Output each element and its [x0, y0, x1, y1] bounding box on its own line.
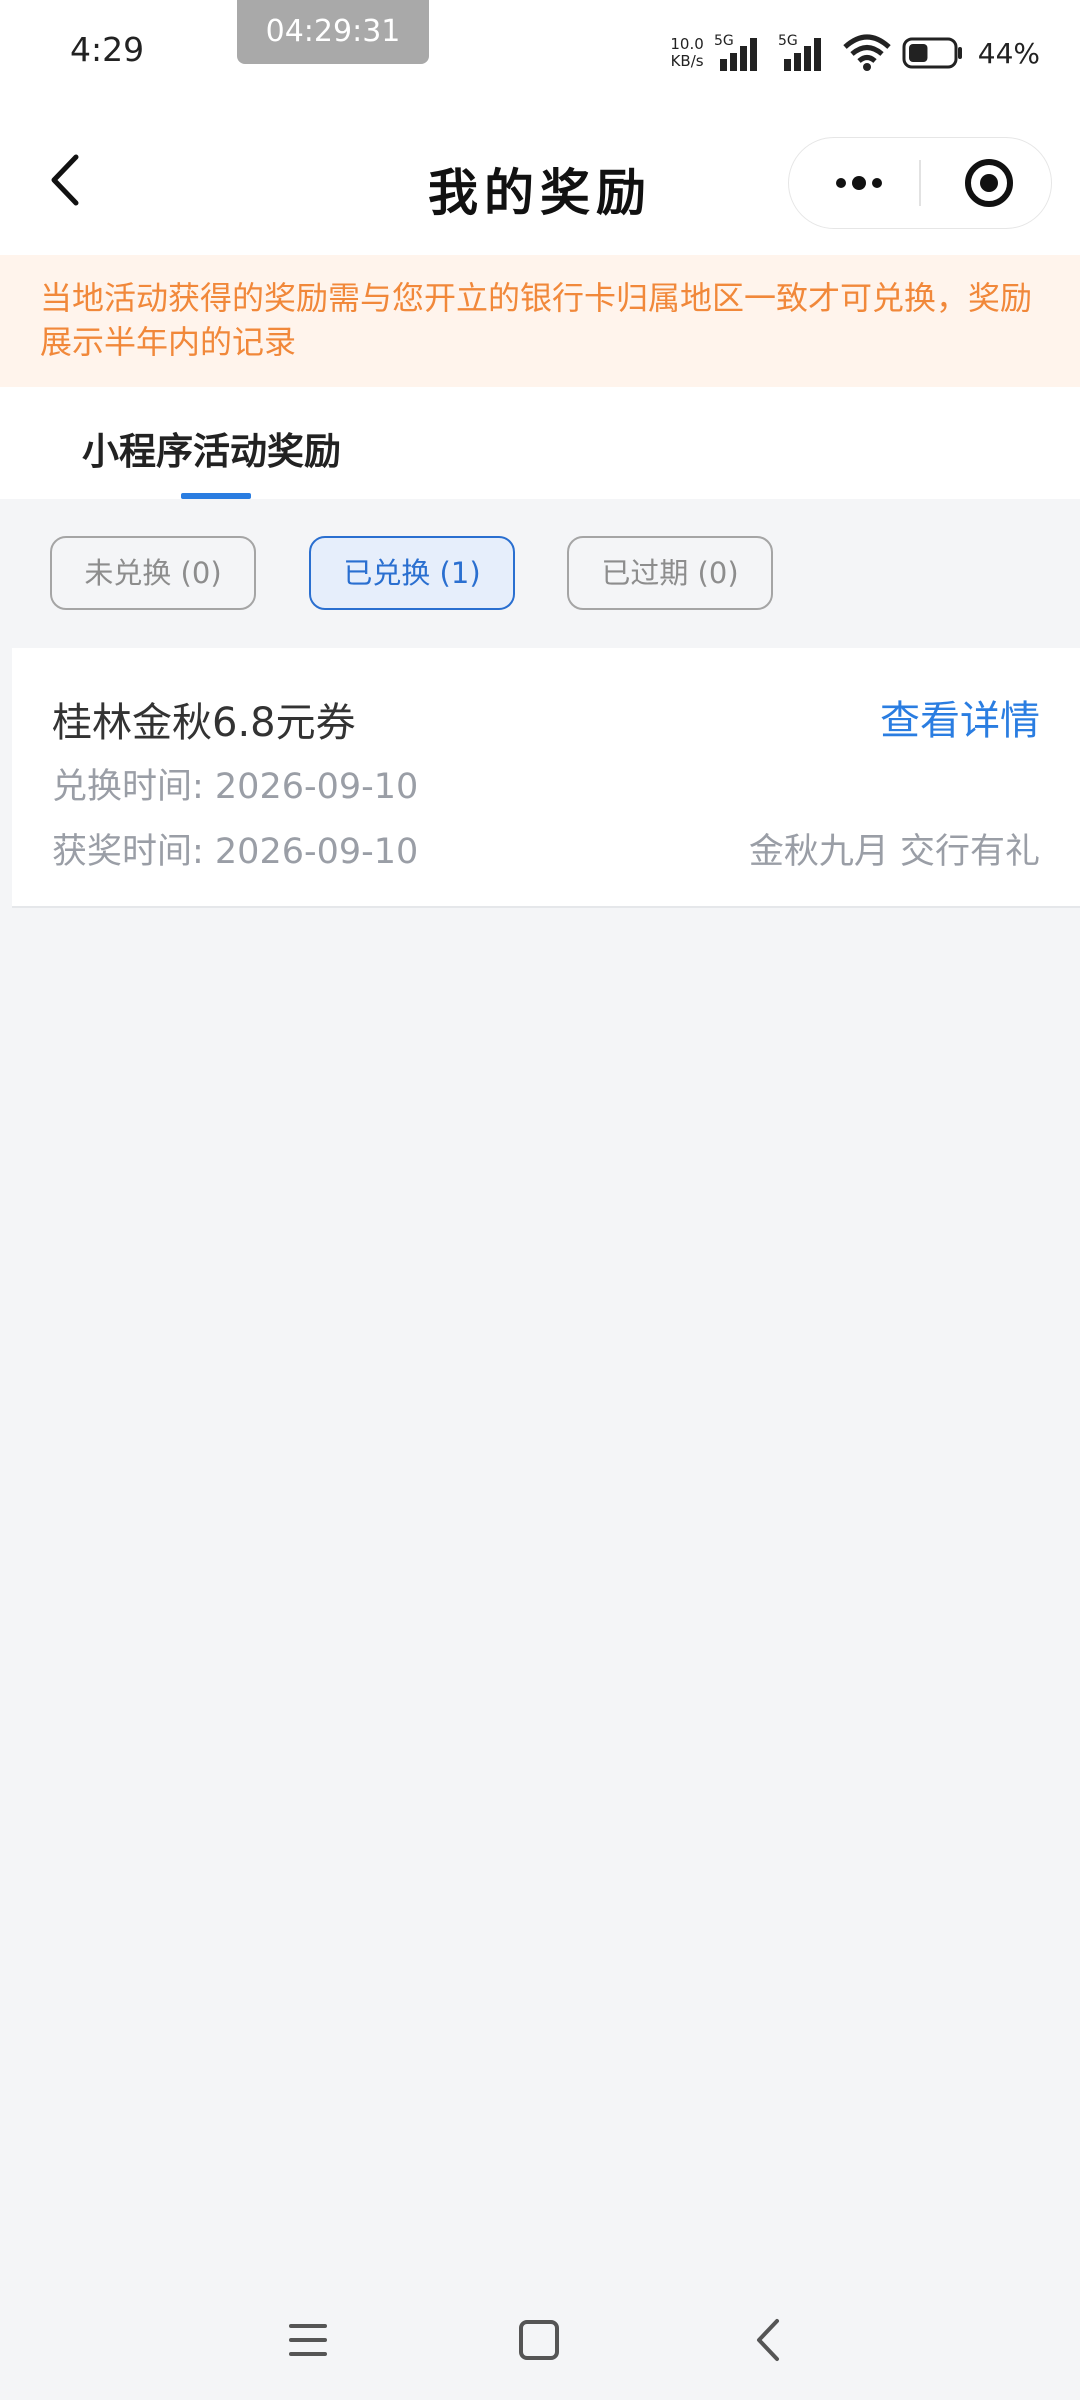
capsule-divider — [919, 160, 921, 206]
signal-icon-2: 5G — [778, 33, 821, 71]
signal1-label: 5G — [714, 33, 734, 49]
view-details-link[interactable]: 查看详情 — [880, 688, 1040, 746]
miniapp-capsule — [788, 137, 1052, 229]
signal2-label: 5G — [778, 33, 798, 49]
activity-name: 金秋九月 交行有礼 — [748, 832, 1040, 872]
network-speed: 10.0 KB/s — [670, 35, 704, 70]
status-icons: 10.0 KB/s 5G 5G 44% — [670, 28, 1040, 78]
tab-bar: 小程序活动奖励 — [0, 387, 1080, 499]
system-nav-bar — [0, 2280, 1080, 2400]
filter-unredeemed[interactable]: 未兑换 (0) — [50, 536, 256, 610]
reward-card: 桂林金秋6.8元券 查看详情 兑换时间: 2026-09-10 获奖时间: 20… — [12, 648, 1080, 908]
nav-back-button[interactable] — [735, 2305, 805, 2375]
menu-icon — [289, 2324, 327, 2356]
home-icon — [519, 2320, 559, 2360]
status-time: 4:29 — [70, 30, 145, 69]
nav-menu-button[interactable] — [273, 2305, 343, 2375]
close-miniapp-button[interactable] — [944, 138, 1034, 228]
signal-icon: 5G — [714, 33, 757, 71]
battery-percent: 44% — [977, 36, 1040, 70]
filter-redeemed[interactable]: 已兑换 (1) — [309, 536, 515, 610]
screen-recording-timer[interactable]: 04:29:31 — [237, 0, 429, 64]
nav-home-button[interactable] — [504, 2305, 574, 2375]
notice-banner: 当地活动获得的奖励需与您开立的银行卡归属地区一致才可兑换，奖励展示半年内的记录 — [0, 255, 1080, 387]
tab-active-indicator — [181, 493, 251, 499]
more-button[interactable] — [819, 138, 899, 228]
tab-miniapp-rewards[interactable]: 小程序活动奖励 — [82, 421, 341, 475]
more-icon — [836, 176, 882, 190]
filter-expired[interactable]: 已过期 (0) — [567, 536, 773, 610]
back-nav-icon — [757, 2319, 779, 2361]
reward-title: 桂林金秋6.8元券 — [52, 700, 356, 746]
award-time: 获奖时间: 2026-09-10 — [52, 832, 419, 872]
notice-text: 当地活动获得的奖励需与您开立的银行卡归属地区一致才可兑换，奖励展示半年内的记录 — [40, 279, 1033, 361]
battery-icon — [902, 37, 962, 69]
header: 我的奖励 — [0, 105, 1080, 255]
status-bar: 4:29 04:29:31 10.0 KB/s 5G 5G 44% — [0, 0, 1080, 105]
redeem-time: 兑换时间: 2026-09-10 — [52, 767, 419, 807]
wifi-icon — [843, 34, 891, 71]
target-icon — [965, 159, 1013, 207]
